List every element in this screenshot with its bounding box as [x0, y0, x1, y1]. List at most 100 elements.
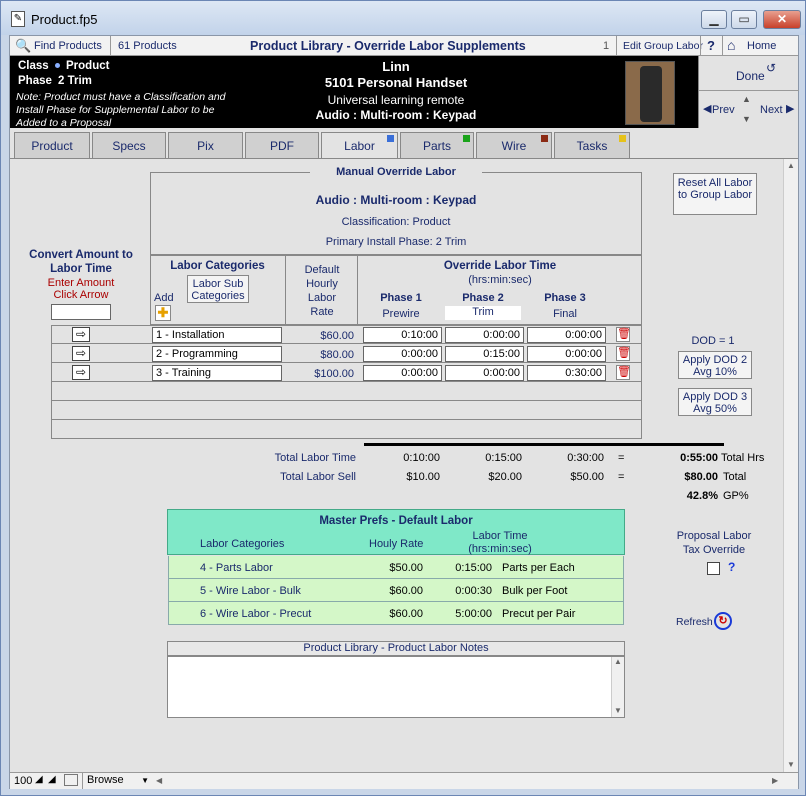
title-bar: ✎ Product.fp5 ▁ ▭ ✕	[1, 1, 805, 35]
master-category: 4 - Parts Labor	[200, 562, 273, 574]
phase2-time-field[interactable]: 0:15:00	[445, 346, 524, 362]
gp-unit: GP%	[723, 490, 749, 502]
trash-icon[interactable]: 🗑	[616, 365, 631, 380]
category-field[interactable]: 1 - Installation	[152, 327, 282, 343]
phase3-time-field[interactable]: 0:00:00	[527, 346, 606, 362]
add-category-button[interactable]: ✚	[155, 305, 171, 321]
home-icon: ⌂	[727, 37, 736, 53]
next-button[interactable]: Next	[760, 104, 783, 116]
total-time-phase2: 0:15:00	[485, 452, 522, 464]
refresh-button[interactable]: Refresh	[676, 616, 713, 628]
convert-arrow-button[interactable]: ⇨	[72, 327, 90, 342]
zoom-in-icon[interactable]: ◢	[48, 774, 56, 785]
notes-field[interactable]	[167, 656, 625, 718]
home-button[interactable]: Home	[747, 40, 776, 52]
next-arrow-icon: ▶	[786, 103, 795, 115]
convert-title: Convert Amount to Labor Time	[29, 249, 133, 275]
refresh-icon[interactable]: ↻	[714, 612, 732, 630]
application-window: ✎ Product.fp5 ▁ ▭ ✕ 🔍 Find Products 61 P…	[0, 0, 806, 796]
tab-product[interactable]: Product	[14, 132, 90, 158]
tab-specs[interactable]: Specs	[92, 132, 166, 158]
master-time: 5:00:00	[455, 608, 492, 620]
tab-pix[interactable]: Pix	[168, 132, 243, 158]
close-button[interactable]: ✕	[763, 10, 801, 29]
find-products-button[interactable]: Find Products	[34, 40, 102, 52]
zoom-out-icon[interactable]: ◢	[35, 774, 43, 785]
product-count: 61 Products	[118, 40, 177, 52]
master-rate: $60.00	[389, 585, 423, 597]
tab-tasks[interactable]: Tasks	[554, 132, 630, 158]
rate-value: $60.00	[320, 330, 354, 342]
done-button[interactable]: Done	[736, 69, 765, 83]
tax-help-button[interactable]: ?	[728, 560, 735, 574]
master-col-rate: Houly Rate	[369, 538, 424, 550]
class-indicator-icon	[55, 63, 60, 68]
totals-divider	[364, 443, 724, 446]
categories-header: Labor Categories	[170, 260, 265, 272]
gp-value: 42.8%	[686, 490, 718, 502]
down-arrow-icon[interactable]: ▼	[742, 114, 751, 124]
master-category: 5 - Wire Labor - Bulk	[200, 585, 301, 597]
master-col-category: Labor Categories	[200, 538, 285, 550]
maximize-button[interactable]: ▭	[731, 10, 757, 29]
apply-dod2-button[interactable]: Apply DOD 2 Avg 10%	[678, 351, 752, 379]
category-field[interactable]: 2 - Programming	[152, 346, 282, 362]
master-time: 0:15:00	[455, 562, 492, 574]
labor-location: Audio : Multi-room : Keypad	[315, 193, 477, 207]
labor-sub-categories-button[interactable]: Labor Sub Categories	[187, 275, 249, 303]
phase2-time-field[interactable]: 0:00:00	[445, 327, 524, 343]
product-description: Universal learning remote	[327, 93, 465, 107]
trash-icon[interactable]: 🗑	[616, 346, 631, 361]
status-area-icon[interactable]	[64, 774, 78, 786]
phase2-time-field[interactable]: 0:00:00	[445, 365, 524, 381]
total-sell-phase3: $50.00	[570, 471, 604, 483]
product-location: Audio : Multi-room : Keypad	[315, 108, 477, 122]
phase-value: 2 Trim	[58, 75, 92, 87]
tab-pdf[interactable]: PDF	[245, 132, 319, 158]
tab-parts[interactable]: Parts	[400, 132, 474, 158]
mode-select[interactable]: Browse ▼	[82, 773, 152, 789]
convert-arrow-button[interactable]: ⇨	[72, 346, 90, 361]
tab-wire[interactable]: Wire	[476, 132, 552, 158]
total-time-value: 0:55:00	[680, 452, 718, 464]
trash-icon[interactable]: 🗑	[616, 327, 631, 342]
convert-arrow-button[interactable]: ⇨	[72, 365, 90, 380]
prev-button[interactable]: Prev	[712, 104, 735, 116]
tax-override-checkbox[interactable]	[707, 562, 720, 575]
phase3-time-field[interactable]: 0:00:00	[527, 327, 606, 343]
help-button[interactable]: ?	[707, 38, 715, 53]
total-sell-phase1: $10.00	[406, 471, 440, 483]
category-field[interactable]: 3 - Training	[152, 365, 282, 381]
reset-labor-button[interactable]: Reset All Labor to Group Labor	[673, 173, 757, 215]
total-time-unit: Total Hrs	[721, 452, 765, 464]
app-icon: ✎	[11, 11, 25, 27]
edit-group-labor-button[interactable]: Edit Group Labor	[623, 40, 703, 52]
empty-row	[51, 401, 642, 420]
total-sell-value: $80.00	[684, 471, 718, 483]
phase1-time-field[interactable]: 0:10:00	[363, 327, 442, 343]
parts-tab-marker-icon	[463, 135, 470, 142]
convert-amount-input[interactable]	[51, 304, 111, 320]
product-model: 5101 Personal Handset	[324, 75, 468, 90]
tab-labor[interactable]: Labor	[321, 132, 398, 159]
class-label: Class	[18, 60, 49, 72]
navigation-panel: Done ↺ ◀ Prev ▲ ▼ Next ▶	[698, 56, 799, 128]
phase1-time-field[interactable]: 0:00:00	[363, 346, 442, 362]
up-arrow-icon[interactable]: ▲	[742, 94, 751, 104]
notes-scrollbar[interactable]: ▲ ▼	[611, 657, 624, 717]
hscroll-left-icon[interactable]: ◀	[156, 776, 162, 785]
product-brand: Linn	[382, 59, 410, 74]
master-rate: $60.00	[389, 608, 423, 620]
phase1-time-field[interactable]: 0:00:00	[363, 365, 442, 381]
minimize-button[interactable]: ▁	[701, 10, 727, 29]
phase3-time-field[interactable]: 0:30:00	[527, 365, 606, 381]
tasks-tab-marker-icon	[619, 135, 626, 142]
override-header: Override Labor Time	[443, 260, 557, 272]
hscroll-right-icon[interactable]: ▶	[772, 776, 778, 785]
vertical-scrollbar[interactable]: ▲ ▼	[783, 159, 798, 772]
apply-dod3-button[interactable]: Apply DOD 3 Avg 50%	[678, 388, 752, 416]
prev-arrow-icon: ◀	[703, 103, 712, 115]
zoom-level[interactable]: 100	[14, 775, 32, 787]
wire-tab-marker-icon	[541, 135, 548, 142]
total-time-phase1: 0:10:00	[403, 452, 440, 464]
